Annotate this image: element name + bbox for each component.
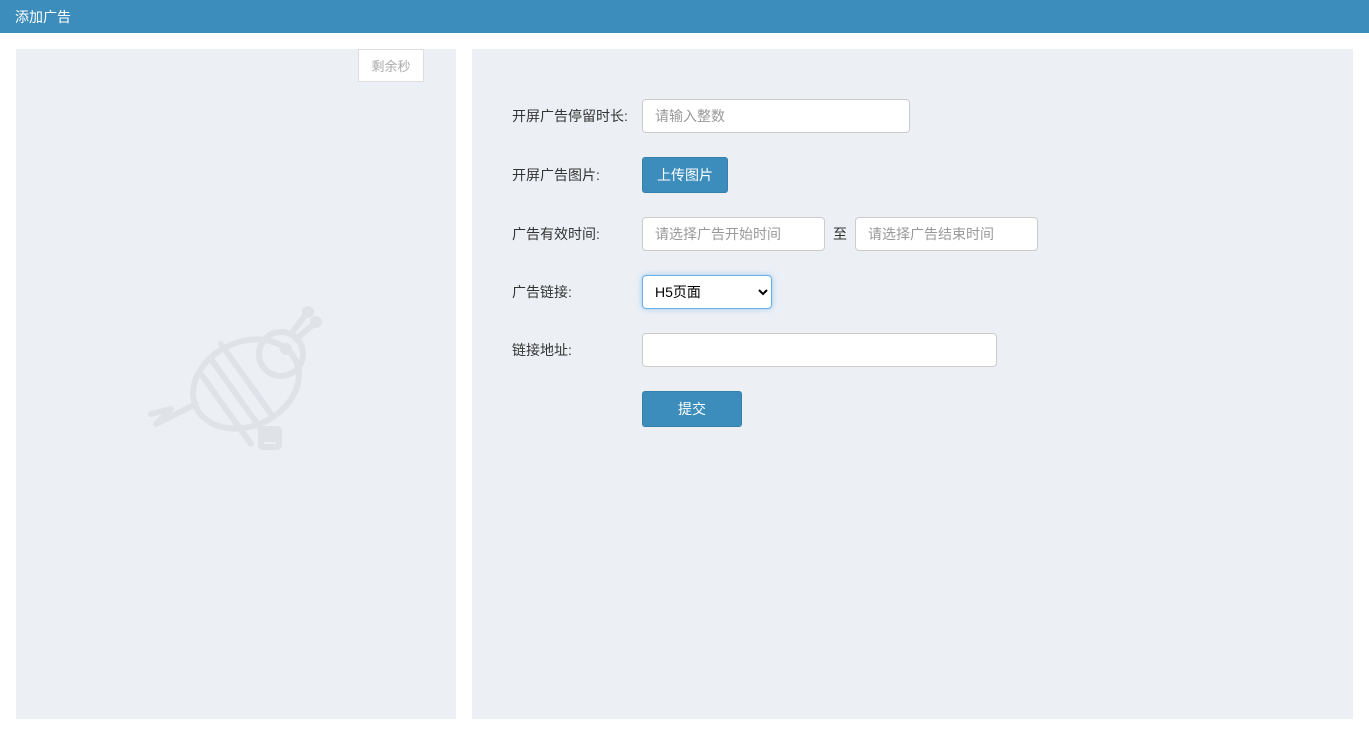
form-panel: 开屏广告停留时长: 开屏广告图片: 上传图片 广告有效时间: 至 广告链接: [472,49,1353,719]
form-row-link-type: 广告链接: H5页面 [512,275,1313,309]
date-separator: 至 [833,224,847,244]
countdown-badge: 剩余秒 [358,49,423,82]
form-row-duration: 开屏广告停留时长: [512,99,1313,133]
content-wrapper: 剩余秒 [0,33,1369,735]
duration-input[interactable] [642,99,910,133]
link-url-label: 链接地址: [512,340,642,360]
link-url-input[interactable] [642,333,997,367]
start-time-input[interactable] [642,217,825,251]
preview-panel: 剩余秒 [16,49,456,719]
page-title: 添加广告 [15,7,71,27]
bee-placeholder-icon [136,284,336,484]
upload-image-button[interactable]: 上传图片 [642,157,728,193]
form-row-link-url: 链接地址: [512,333,1313,367]
valid-time-label: 广告有效时间: [512,224,642,244]
link-type-label: 广告链接: [512,282,642,302]
duration-label: 开屏广告停留时长: [512,106,642,126]
submit-button[interactable]: 提交 [642,391,742,427]
form-row-submit: 提交 [512,391,1313,427]
form-row-image: 开屏广告图片: 上传图片 [512,157,1313,193]
form-row-valid-time: 广告有效时间: 至 [512,217,1313,251]
preview-inner: 剩余秒 [49,49,424,719]
image-label: 开屏广告图片: [512,165,642,185]
page-header: 添加广告 [0,0,1369,33]
end-time-input[interactable] [855,217,1038,251]
link-type-select[interactable]: H5页面 [642,275,772,309]
